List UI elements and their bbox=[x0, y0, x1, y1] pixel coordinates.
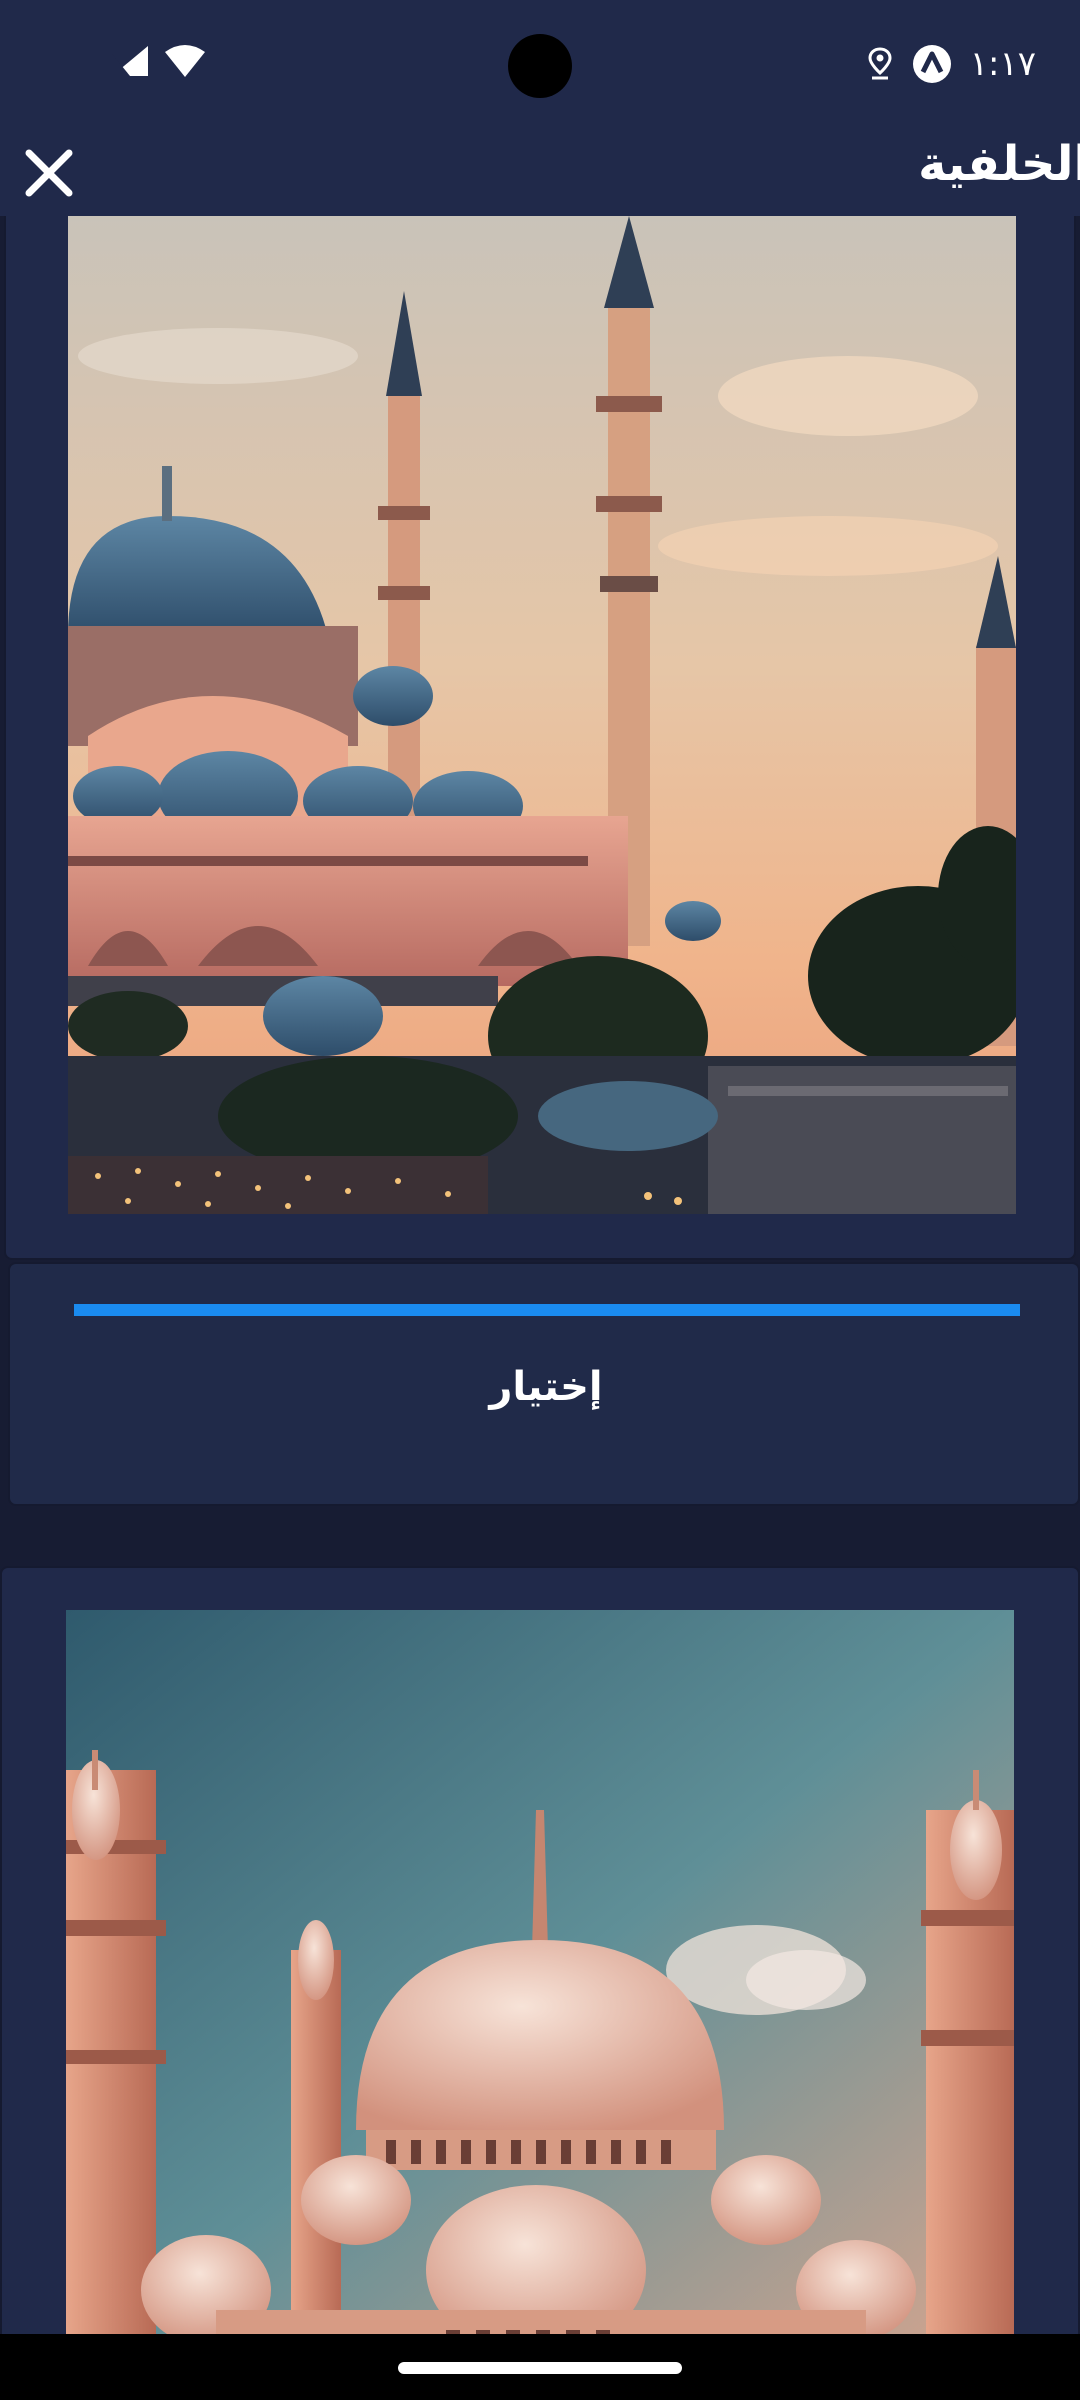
page-title: الخلفية bbox=[918, 136, 1080, 192]
select-button[interactable]: إختيار bbox=[10, 1342, 1080, 1432]
wallpaper-card: إختيار bbox=[4, 216, 1080, 1506]
wifi-icon bbox=[165, 45, 205, 77]
status-bar: ١:١٧ bbox=[0, 0, 1080, 130]
close-icon bbox=[25, 149, 73, 197]
location-icon bbox=[868, 47, 892, 80]
wallpaper-list[interactable]: إختيار bbox=[0, 216, 1080, 2334]
mosque-sunset-illustration bbox=[68, 216, 1016, 1214]
wallpaper-card bbox=[0, 1566, 1080, 2334]
wallpaper-image-mosque-sunset[interactable] bbox=[68, 216, 1016, 1214]
download-progress-bar bbox=[74, 1304, 1020, 1316]
signal-icon bbox=[112, 46, 148, 76]
status-time: ١:١٧ bbox=[969, 44, 1036, 84]
close-button[interactable] bbox=[10, 134, 88, 212]
camera-cutout bbox=[508, 34, 572, 98]
mosque-domes-illustration bbox=[66, 1610, 1014, 2334]
navigation-bar bbox=[0, 2334, 1080, 2400]
app-bar: الخلفية bbox=[0, 130, 1080, 216]
nav-app-icon bbox=[912, 45, 951, 83]
home-gesture-handle[interactable] bbox=[398, 2362, 682, 2374]
wallpaper-preview-panel bbox=[4, 216, 1076, 1260]
status-icons-right: ١:١٧ bbox=[866, 44, 1036, 84]
wallpaper-select-panel: إختيار bbox=[8, 1262, 1080, 1506]
status-icons-left bbox=[110, 44, 206, 78]
wallpaper-image-mosque-domes[interactable] bbox=[66, 1610, 1014, 2334]
